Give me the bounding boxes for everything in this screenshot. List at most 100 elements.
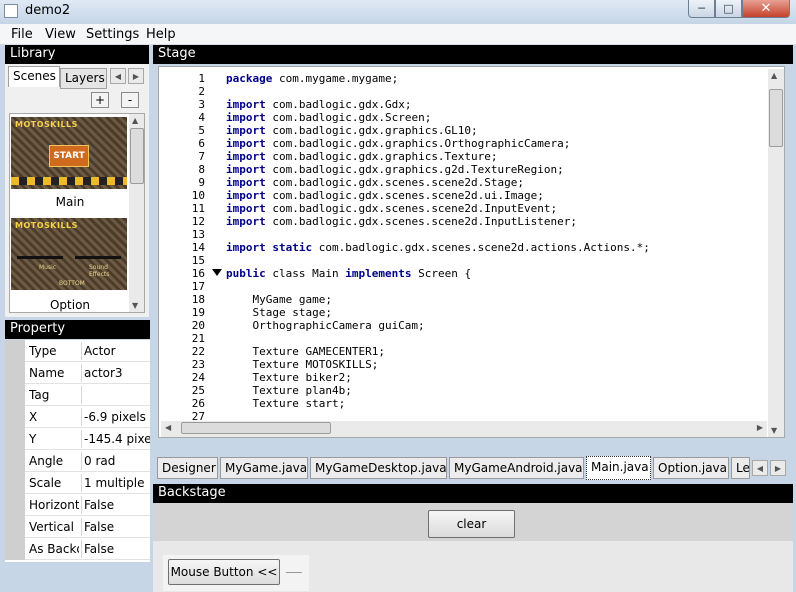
tab-scroll-left-icon[interactable]: ◀ [110, 68, 126, 84]
code-text: import com.badlogic.gdx.graphics.GL10; [226, 124, 478, 137]
library-header: Library [5, 45, 149, 64]
property-value[interactable]: -145.4 pixels [81, 430, 150, 448]
property-row: Scale 1 multiple [5, 472, 150, 494]
property-key: As Backdrop [29, 542, 79, 556]
scrollbar-thumb[interactable] [181, 422, 331, 434]
line-number: 4 [198, 111, 205, 124]
scroll-left-icon[interactable]: ◀ [165, 423, 171, 432]
code-text: Texture plan4b; [226, 384, 352, 397]
file-tab[interactable]: MyGameAndroid.java [449, 457, 584, 479]
property-value[interactable]: 0 rad [81, 452, 150, 470]
line-number: 22 [191, 345, 205, 358]
file-tab[interactable]: Le [731, 457, 750, 479]
code-text: OrthographicCamera guiCam; [226, 319, 425, 332]
scrollbar-thumb[interactable] [130, 128, 144, 184]
editor-vertical-scrollbar[interactable]: ▲ ▼ [768, 69, 784, 437]
file-tab[interactable]: MyGameDesktop.java [310, 457, 447, 479]
scroll-down-icon[interactable]: ▼ [771, 426, 777, 435]
tab-layers[interactable]: Layers [60, 68, 107, 89]
code-line: 7 import com.badlogic.gdx.graphics.Textur… [159, 150, 759, 163]
close-button[interactable]: ✕ [742, 0, 790, 18]
backstage-header: Backstage [153, 484, 793, 503]
property-value[interactable]: False [81, 540, 150, 558]
scene-thumbnail-main[interactable]: MOTOSKILLS START [11, 117, 127, 189]
property-row: Vertical False [5, 516, 150, 538]
scene-logo: MOTOSKILLS [15, 221, 78, 230]
code-line: 13 [159, 228, 759, 241]
property-key: Scale [29, 476, 62, 490]
code-line: 6 import com.badlogic.gdx.graphics.Orthog… [159, 137, 759, 150]
code-line: 26 Texture start; [159, 397, 759, 410]
line-number: 10 [191, 189, 205, 202]
file-tab-scroll-left-icon[interactable]: ◀ [752, 460, 768, 476]
code-line: 20 OrthographicCamera guiCam; [159, 319, 759, 332]
scene-label-option[interactable]: Option [10, 298, 130, 312]
scrollbar-thumb[interactable] [769, 89, 783, 147]
file-tab[interactable]: Main.java [586, 456, 651, 480]
code-text: Stage stage; [226, 306, 332, 319]
line-number: 8 [198, 163, 205, 176]
scroll-right-icon[interactable]: ▶ [757, 423, 763, 432]
code-line: 23 Texture MOTOSKILLS; [159, 358, 759, 371]
property-value[interactable]: Actor [81, 342, 150, 360]
code-line: 11 import com.badlogic.gdx.scenes.scene2d… [159, 202, 759, 215]
add-scene-button[interactable]: + [91, 92, 109, 108]
code-text: package com.mygame.mygame; [226, 72, 399, 85]
menu-settings[interactable]: Settings [86, 27, 139, 42]
clear-button[interactable]: clear [428, 510, 515, 538]
code-line: 2 [159, 85, 759, 98]
property-key: Y [29, 432, 37, 446]
minimize-icon: ─ [698, 2, 705, 15]
scene-music-label: Music [39, 264, 57, 271]
scroll-down-icon[interactable]: ▼ [132, 301, 138, 310]
property-value[interactable]: False [81, 496, 150, 514]
menu-view[interactable]: View [45, 27, 76, 42]
fold-toggle-icon[interactable] [212, 269, 222, 276]
maximize-button[interactable]: □ [715, 0, 742, 18]
editor-horizontal-scrollbar[interactable]: ◀ ▶ [161, 421, 767, 437]
file-tab[interactable]: Designer [157, 457, 218, 479]
menu-help[interactable]: Help [146, 27, 176, 42]
property-value[interactable]: -6.9 pixels [81, 408, 150, 426]
scene-list-scrollbar[interactable]: ▲ ▼ [129, 114, 144, 312]
property-value[interactable]: 1 multiple [81, 474, 150, 492]
code-line: 19 Stage stage; [159, 306, 759, 319]
file-tab-scroll-right-icon[interactable]: ▶ [770, 460, 786, 476]
code-line: 21 [159, 332, 759, 345]
code-line: 8 import com.badlogic.gdx.graphics.g2d.Te… [159, 163, 759, 176]
scene-logo: MOTOSKILLS [15, 120, 78, 129]
line-number: 5 [198, 124, 205, 137]
remove-scene-button[interactable]: - [121, 92, 139, 108]
mouse-button-toggle[interactable]: Mouse Button << [168, 559, 280, 585]
maximize-icon: □ [723, 2, 734, 15]
tab-scroll-right-icon[interactable]: ▶ [128, 68, 144, 84]
code-text: import com.badlogic.gdx.graphics.Orthogr… [226, 137, 571, 150]
code-line: 15 [159, 254, 759, 267]
line-number: 9 [198, 176, 205, 189]
scene-label-main[interactable]: Main [10, 195, 130, 209]
menu-file[interactable]: File [11, 27, 33, 42]
menu-bar: File View Settings Help [0, 24, 796, 45]
line-number: 13 [191, 228, 205, 241]
scene-bottom-label: BOTTOM [59, 280, 85, 287]
line-number: 6 [198, 137, 205, 150]
property-key: Tag [29, 388, 50, 402]
property-row: X -6.9 pixels [5, 406, 150, 428]
minimize-button[interactable]: ─ [688, 0, 715, 18]
line-number: 2 [198, 85, 205, 98]
scene-thumbnail-option[interactable]: MOTOSKILLS Music Sound Effects BOTTOM [11, 218, 127, 290]
property-value[interactable]: False [81, 518, 150, 536]
code-line: 25 Texture plan4b; [159, 384, 759, 397]
code-text: Texture biker2; [226, 371, 352, 384]
file-tab[interactable]: MyGame.java [220, 457, 308, 479]
code-editor[interactable]: 1 package com.mygame.mygame; 2 3 import com.… [158, 66, 785, 438]
tab-scenes[interactable]: Scenes [8, 66, 60, 87]
property-value[interactable]: actor3 [81, 364, 150, 382]
property-value[interactable] [81, 386, 150, 404]
line-number: 23 [191, 358, 205, 371]
file-tab[interactable]: Option.java [653, 457, 729, 479]
scroll-up-icon[interactable]: ▲ [771, 71, 777, 80]
code-text: import com.badlogic.gdx.Screen; [226, 111, 432, 124]
scroll-up-icon[interactable]: ▲ [132, 116, 138, 125]
line-number: 16 [191, 267, 205, 280]
